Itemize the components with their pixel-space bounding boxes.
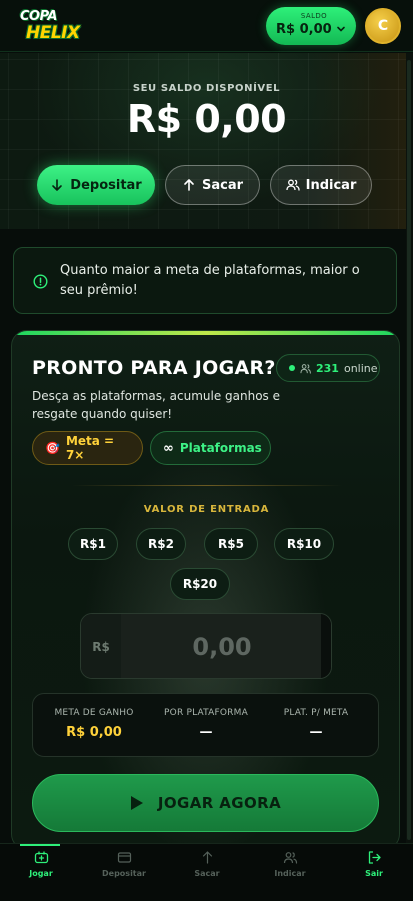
stat-per-platform: POR PLATAFORMA — <box>151 708 261 740</box>
nav-label-refer: Indicar <box>274 869 306 878</box>
balance-dropdown[interactable]: SALDO R$ 0,00 <box>266 7 356 45</box>
amount-option-1[interactable]: R$1 <box>68 528 118 560</box>
platforms-chip-label: Plataformas <box>179 441 262 455</box>
logo-line-2: HELIX <box>26 23 80 43</box>
deposit-button-label: Depositar <box>70 177 142 193</box>
user-avatar[interactable]: C <box>365 8 401 44</box>
nav-item-deposit[interactable]: Depositar <box>84 850 164 878</box>
gamepad-icon <box>34 851 48 864</box>
stat-per-platform-label: POR PLATAFORMA <box>164 708 248 718</box>
users-icon <box>300 363 311 374</box>
info-icon <box>33 274 48 289</box>
play-icon <box>130 796 143 810</box>
card-accent-bar <box>12 331 399 335</box>
online-dot-icon <box>289 365 295 371</box>
online-count: 231 <box>316 361 339 375</box>
stat-goal-label: META DE GANHO <box>54 708 134 718</box>
stat-per-platform-value: — <box>199 725 213 740</box>
card-icon <box>117 852 131 863</box>
nav-label-deposit: Depositar <box>102 869 146 878</box>
play-now-label: JOGAR AGORA <box>157 794 282 812</box>
refer-button[interactable]: Indicar <box>270 165 372 205</box>
entry-value-label: VALOR DE ENTRADA <box>143 504 270 515</box>
bottom-nav: Jogar Depositar Sacar Indicar Sair <box>0 843 413 901</box>
arrow-up-icon <box>184 179 194 191</box>
entry-amount-input[interactable]: R$ 0,00 <box>80 613 332 679</box>
users-icon <box>285 179 300 191</box>
stats-panel: META DE GANHO R$ 0,00 POR PLATAFORMA — P… <box>32 693 379 757</box>
logo-line-1: COPA <box>20 9 58 24</box>
game-subtitle: Desça as plataformas, acumule ganhos e r… <box>32 389 280 421</box>
withdraw-button-label: Sacar <box>201 177 244 193</box>
game-card: PRONTO PARA JOGAR? 231 online Desça as p… <box>11 330 400 850</box>
available-balance-amount: R$ 0,00 <box>126 97 287 141</box>
amount-option-5[interactable]: R$5 <box>204 528 258 560</box>
nav-item-withdraw[interactable]: Sacar <box>167 850 247 878</box>
nav-item-logout[interactable]: Sair <box>334 850 413 878</box>
logout-icon <box>368 851 381 864</box>
amount-option-10[interactable]: R$10 <box>274 528 334 560</box>
info-text: Quanto maior a meta de plataformas, maio… <box>60 263 360 298</box>
nav-label-play: Jogar <box>29 869 53 878</box>
chevron-down-icon <box>337 26 345 32</box>
input-edge <box>321 614 331 678</box>
stat-goal-value: R$ 0,00 <box>66 725 122 740</box>
balance-hero: SEU SALDO DISPONÍVEL R$ 0,00 Depositar S… <box>0 53 413 229</box>
section-divider <box>72 485 342 486</box>
nav-item-refer[interactable]: Indicar <box>250 850 330 878</box>
platforms-chip: ∞ Plataformas <box>150 431 271 465</box>
arrow-down-icon <box>52 179 63 191</box>
online-badge: 231 online <box>276 354 380 382</box>
info-banner: Quanto maior a meta de plataformas, maio… <box>13 247 397 314</box>
refer-button-label: Indicar <box>305 177 357 193</box>
online-label: online <box>343 361 378 375</box>
currency-prefix: R$ <box>81 614 121 678</box>
balance-label: SALDO <box>300 12 328 20</box>
meta-chip: 🎯 Meta = 7× <box>32 431 143 465</box>
withdraw-button[interactable]: Sacar <box>165 165 260 205</box>
users-icon <box>283 852 297 864</box>
target-icon: 🎯 <box>45 441 60 455</box>
meta-chip-label: Meta = 7× <box>65 434 115 462</box>
amount-option-2[interactable]: R$2 <box>136 528 186 560</box>
nav-label-withdraw: Sacar <box>194 869 220 878</box>
arrow-up-icon <box>202 851 212 864</box>
scrollbar-thumb[interactable] <box>407 60 411 840</box>
available-balance-label: SEU SALDO DISPONÍVEL <box>132 83 281 94</box>
active-tab-indicator <box>20 844 60 846</box>
nav-label-logout: Sair <box>365 869 383 878</box>
stat-platforms-to-goal-label: PLAT. P/ META <box>283 708 349 718</box>
app-header: COPA HELIX SALDO R$ 0,00 C <box>0 0 413 52</box>
stat-platforms-to-goal: PLAT. P/ META — <box>261 708 371 740</box>
amount-field[interactable]: 0,00 <box>121 614 323 678</box>
balance-value: R$ 0,00 <box>276 22 332 37</box>
nav-item-play[interactable]: Jogar <box>1 850 81 878</box>
deposit-button[interactable]: Depositar <box>37 165 155 205</box>
play-now-button[interactable]: JOGAR AGORA <box>32 774 379 832</box>
amount-option-20[interactable]: R$20 <box>170 568 230 600</box>
stat-goal: META DE GANHO R$ 0,00 <box>39 708 149 740</box>
game-title: PRONTO PARA JOGAR? <box>32 357 276 379</box>
stat-platforms-to-goal-value: — <box>309 725 323 740</box>
copa-helix-logo[interactable]: COPA HELIX <box>16 7 80 47</box>
infinity-icon: ∞ <box>163 440 174 456</box>
